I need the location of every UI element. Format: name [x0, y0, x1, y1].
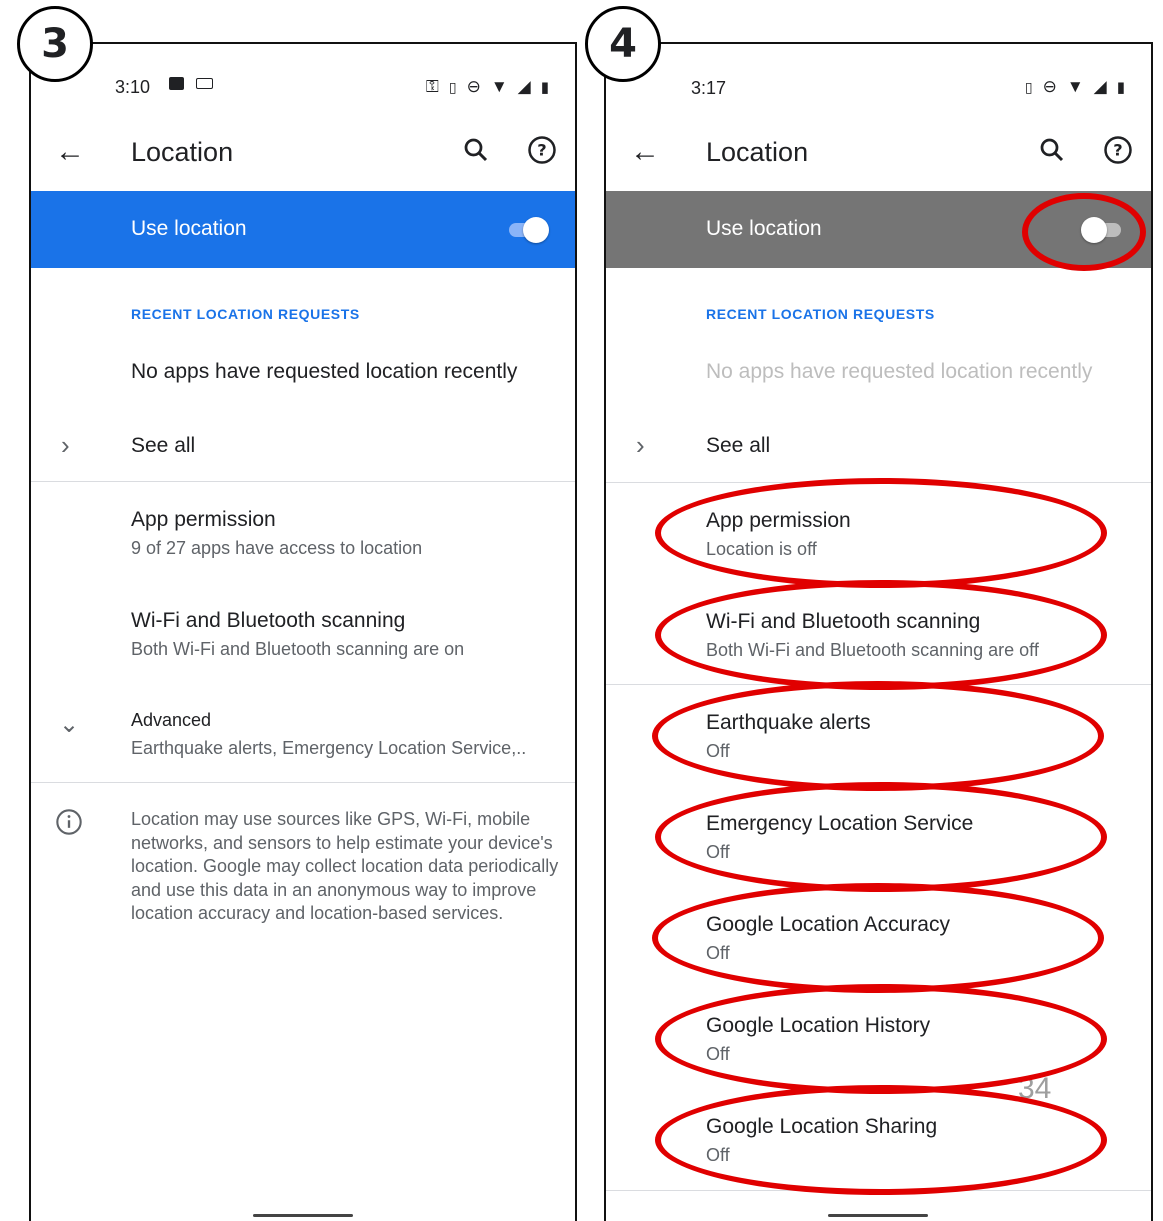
- battery-icon: ▮: [540, 79, 549, 96]
- no-recent-requests-text: No apps have requested location recently: [131, 360, 518, 383]
- setting-title: Wi-Fi and Bluetooth scanning: [131, 609, 406, 632]
- recent-requests-header: RECENT LOCATION REQUESTS: [706, 306, 935, 322]
- setting-subtitle: 9 of 27 apps have access to location: [131, 538, 423, 558]
- annotation-ellipse-emergency: [655, 782, 1107, 892]
- battery-icon: ▮: [1116, 79, 1125, 96]
- status-bar: 3:10 ⚿ ▯ ⊖ ▼ ◢ ▮: [31, 44, 575, 129]
- use-location-row[interactable]: Use location: [31, 191, 575, 268]
- divider: [31, 481, 575, 482]
- wifi-bluetooth-scanning-item[interactable]: Wi-Fi and Bluetooth scanning Both Wi-Fi …: [31, 609, 575, 701]
- status-time: 3:17: [691, 78, 727, 98]
- see-all-label: See all: [706, 434, 771, 457]
- setting-title: App permission: [131, 508, 276, 531]
- dnd-icon: ⊖: [466, 77, 481, 96]
- search-icon[interactable]: [1037, 135, 1067, 165]
- app-bar: ← Location ?: [606, 129, 1151, 191]
- annotation-ellipse-app-permission: [655, 478, 1107, 588]
- signal-icon: ◢: [1093, 77, 1107, 96]
- annotation-ellipse-accuracy: [652, 883, 1104, 993]
- help-icon[interactable]: ?: [1103, 135, 1133, 165]
- setting-subtitle: Earthquake alerts, Emergency Location Se…: [131, 738, 527, 758]
- app-bar: ← Location ?: [31, 129, 575, 191]
- annotation-ellipse-wifi-bluetooth: [655, 580, 1107, 690]
- vibrate-icon: ▯: [1024, 78, 1033, 95]
- annotation-ellipse-sharing: [655, 1085, 1107, 1195]
- search-icon[interactable]: [461, 135, 491, 165]
- no-recent-requests-text: No apps have requested location recently: [706, 360, 1093, 383]
- step-3-badge: 3: [17, 6, 93, 82]
- use-location-toggle[interactable]: [505, 217, 549, 243]
- wifi-icon: ▼: [490, 77, 508, 96]
- status-bar: 3:17 ▯ ⊖ ▼ ◢ ▮: [606, 44, 1151, 129]
- dnd-icon: ⊖: [1042, 77, 1057, 96]
- gesture-nav-handle[interactable]: [253, 1214, 353, 1217]
- toggle-knob: [523, 217, 549, 243]
- see-all-row[interactable]: › See all: [606, 420, 1151, 480]
- step-4-badge: 4: [585, 6, 661, 82]
- annotation-ellipse-history: [655, 984, 1107, 1094]
- help-icon[interactable]: ?: [527, 135, 557, 165]
- info-icon: [56, 809, 82, 835]
- location-info-text: Location may use sources like GPS, Wi-Fi…: [131, 809, 559, 923]
- phone-screen-location-on: 3:10 ⚿ ▯ ⊖ ▼ ◢ ▮ ← Location ? Use locati…: [29, 42, 577, 1221]
- use-location-label: Use location: [706, 217, 822, 240]
- page-title: Location: [706, 137, 809, 167]
- back-arrow-icon[interactable]: ←: [55, 137, 85, 167]
- vpn-key-icon: ⚿: [425, 77, 439, 96]
- app-permission-item[interactable]: App permission 9 of 27 apps have access …: [31, 508, 575, 600]
- divider: [31, 782, 575, 783]
- use-location-label: Use location: [131, 217, 247, 240]
- recent-requests-header: RECENT LOCATION REQUESTS: [131, 306, 360, 322]
- annotation-ellipse-earthquake: [652, 681, 1104, 791]
- chevron-right-icon: ›: [61, 430, 70, 460]
- back-arrow-icon[interactable]: ←: [630, 137, 660, 167]
- page-title: Location: [131, 137, 234, 167]
- setting-subtitle: Both Wi-Fi and Bluetooth scanning are on: [131, 639, 465, 659]
- see-all-label: See all: [131, 434, 196, 457]
- status-time: 3:10: [115, 77, 151, 97]
- annotation-ellipse-toggle: [1022, 193, 1146, 271]
- wifi-icon: ▼: [1066, 77, 1084, 96]
- advanced-item[interactable]: ⌄ Advanced Earthquake alerts, Emergency …: [31, 710, 575, 802]
- chevron-right-icon: ›: [636, 430, 645, 460]
- chevron-down-icon: ⌄: [59, 711, 80, 738]
- svg-text:?: ?: [537, 141, 546, 160]
- image-icon: [169, 77, 184, 90]
- setting-title: Advanced: [131, 710, 212, 730]
- vibrate-icon: ▯: [448, 78, 457, 95]
- signal-icon: ◢: [517, 77, 531, 96]
- keyboard-icon: [196, 78, 213, 89]
- see-all-row[interactable]: › See all: [31, 420, 575, 480]
- gesture-nav-handle[interactable]: [828, 1214, 928, 1217]
- svg-text:?: ?: [1113, 141, 1122, 160]
